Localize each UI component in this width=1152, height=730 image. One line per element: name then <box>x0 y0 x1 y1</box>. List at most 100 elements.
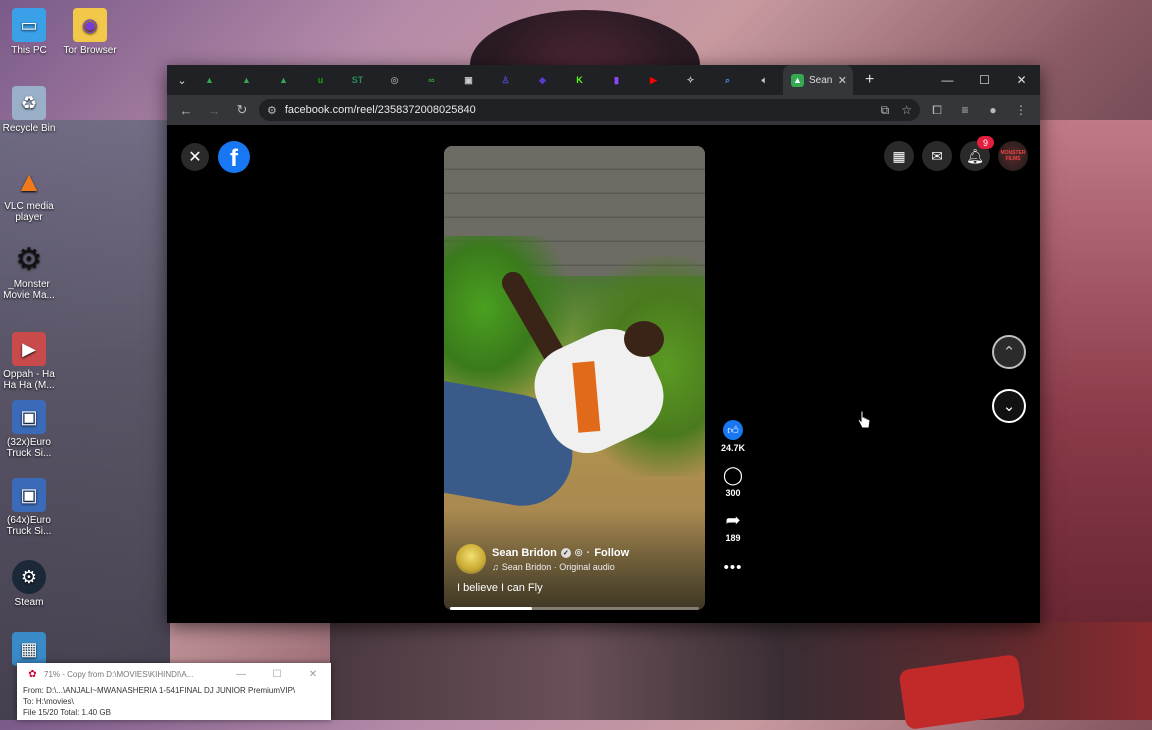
site-info-icon[interactable]: ⚙ <box>267 104 277 117</box>
top-right-nav: ▦ ✉ 🔔︎ 9 MONSTER FILMS <box>884 136 1028 171</box>
audio-label[interactable]: Sean Bridon · Original audio <box>502 562 615 572</box>
maximize-button[interactable]: ☐ <box>966 65 1003 95</box>
tab-1[interactable]: ▲ <box>228 65 265 95</box>
menu-grid-icon[interactable]: ▦ <box>884 141 914 171</box>
tab-14[interactable]: ⌕ <box>709 65 746 95</box>
puzzle-icon: ✧ <box>686 74 695 85</box>
tab-10[interactable]: K <box>561 65 598 95</box>
tab-11[interactable]: ▮ <box>598 65 635 95</box>
share-arrow-icon: ➦ <box>725 510 741 530</box>
tab-12[interactable]: ▶ <box>635 65 672 95</box>
tab-3[interactable]: u <box>302 65 339 95</box>
truck-game-icon: ▣ <box>12 400 46 434</box>
copy-maximize-button[interactable]: ☐ <box>259 669 295 680</box>
tab-2[interactable]: ▲ <box>265 65 302 95</box>
kick-icon: K <box>576 75 583 85</box>
file-copy-dialog: ✿ 71% - Copy from D:\MOVIES\KIHINDI\A...… <box>17 663 331 720</box>
desktop-icon-label: _Monster Movie Ma... <box>3 279 55 301</box>
desktop-icon-oppah[interactable]: ▶ Oppah - Ha Ha Ha (M... <box>0 332 61 391</box>
close-window-button[interactable]: ✕ <box>1003 65 1040 95</box>
tab-9[interactable]: ◆ <box>524 65 561 95</box>
video-progress-bar[interactable] <box>450 607 699 610</box>
desktop-icon-monster-movie[interactable]: ⚙ _Monster Movie Ma... <box>0 242 61 301</box>
like-action[interactable]: 👍︎ 24.7K <box>721 420 745 453</box>
facebook-logo-icon[interactable]: f <box>218 141 250 173</box>
back-button[interactable]: ← <box>175 99 197 121</box>
follow-button[interactable]: Follow <box>594 547 629 559</box>
speaker-icon: 🔈︎ <box>761 74 768 85</box>
tab-active-label: Sean <box>809 74 833 86</box>
desktop-icon-label: Tor Browser <box>63 45 117 56</box>
notification-badge: 9 <box>977 136 994 149</box>
copy-minimize-button[interactable]: — <box>223 669 259 680</box>
profile-avatar-icon[interactable]: ● <box>982 99 1004 121</box>
extensions-puzzle-icon[interactable]: ⧠ <box>926 99 948 121</box>
reload-button[interactable]: ↻ <box>231 99 253 121</box>
profile-avatar[interactable]: MONSTER FILMS <box>998 141 1028 171</box>
desktop-icon-this-pc[interactable]: ▭ This PC <box>0 8 61 56</box>
forward-button[interactable]: → <box>203 99 225 121</box>
desktop-icon-recycle-bin[interactable]: ♻ Recycle Bin <box>0 86 61 134</box>
shield-icon: ◆ <box>539 74 546 85</box>
tab-list: ▲ ▲ ▲ u ST ◎ ∞ ▣ ♙ ◆ K ▮ ▶ ✧ ⌕ 🔈︎ <box>191 65 783 95</box>
thumbs-up-icon: 👍︎ <box>723 420 743 440</box>
more-options-icon[interactable]: ••• <box>724 559 743 576</box>
browser-window: ⌄ ▲ ▲ ▲ u ST ◎ ∞ ▣ ♙ ◆ K ▮ ▶ ✧ ⌕ 🔈︎ ▲ Sean ✕ + — ☐ ✕ ← … <box>167 65 1040 623</box>
next-reel-button[interactable]: ⌄ <box>992 389 1026 423</box>
share-action[interactable]: ➦ 189 <box>725 510 740 543</box>
folder-icon: ◉ <box>73 8 107 42</box>
twitch-icon: ▮ <box>614 74 619 85</box>
tab-8[interactable]: ♙ <box>487 65 524 95</box>
tab-6[interactable]: ∞ <box>413 65 450 95</box>
install-app-icon[interactable]: ⧉ <box>881 103 890 118</box>
desktop-icon-label: This PC <box>11 45 47 56</box>
previous-reel-button[interactable]: ⌃ <box>992 335 1026 369</box>
desktop-icon-label: Recycle Bin <box>2 123 56 134</box>
share-count: 189 <box>725 533 741 543</box>
desktop-icon-label: Oppah - Ha Ha Ha (M... <box>3 369 55 391</box>
gear-icon: ⚙ <box>15 242 43 276</box>
address-bar[interactable]: ⚙ facebook.com/reel/2358372008025840 ⧉ ☆ <box>259 99 920 121</box>
desktop-icon-vlc[interactable]: ▲ VLC media player <box>0 164 61 223</box>
desktop-icon-tor-browser[interactable]: ◉ Tor Browser <box>58 8 122 56</box>
reel-video[interactable]: Sean Bridon ✓ ◎ · Follow ♫ Sean Bridon ·… <box>444 146 705 610</box>
notifications-bell-icon[interactable]: 🔔︎ 9 <box>960 136 994 171</box>
comment-action[interactable]: ◯ 300 <box>723 465 743 498</box>
tab-strip: ⌄ ▲ ▲ ▲ u ST ◎ ∞ ▣ ♙ ◆ K ▮ ▶ ✧ ⌕ 🔈︎ ▲ Sean ✕ + — ☐ ✕ <box>167 65 1040 95</box>
tab-4[interactable]: ST <box>339 65 376 95</box>
profile-avatar-text: MONSTER FILMS <box>1000 150 1026 162</box>
comment-count: 300 <box>725 488 741 498</box>
copy-to-line: To: H:\movies\ <box>23 697 74 706</box>
tab-search-dropdown-icon[interactable]: ⌄ <box>173 71 191 89</box>
video-file-icon: ▶ <box>12 332 46 366</box>
messenger-icon[interactable]: ✉ <box>922 141 952 171</box>
browser-menu-icon[interactable]: ⋮ <box>1010 99 1032 121</box>
reel-author-block: Sean Bridon ✓ ◎ · Follow ♫ Sean Bridon ·… <box>456 544 629 574</box>
tab-15[interactable]: 🔈︎ <box>746 65 783 95</box>
tab-0[interactable]: ▲ <box>191 65 228 95</box>
desktop-icon-euro-truck-64[interactable]: ▣ (64x)Euro Truck Si... <box>0 478 61 537</box>
author-name[interactable]: Sean Bridon <box>492 547 557 559</box>
link-icon: ∞ <box>428 75 435 85</box>
bookmark-star-icon[interactable]: ☆ <box>901 103 912 118</box>
desktop-icon-label: (32x)Euro Truck Si... <box>6 437 52 459</box>
tab-close-icon[interactable]: ✕ <box>838 74 847 87</box>
comment-bubble-icon: ◯ <box>722 465 744 485</box>
tab-5[interactable]: ◎ <box>376 65 413 95</box>
close-reel-button[interactable]: ✕ <box>181 143 209 171</box>
new-tab-button[interactable]: + <box>865 71 874 89</box>
steam-icon: ⚙ <box>12 560 46 594</box>
minimize-button[interactable]: — <box>929 65 966 95</box>
author-avatar[interactable] <box>456 544 486 574</box>
google-drive-icon: ▲ <box>205 75 214 85</box>
desktop-icon-label: (64x)Euro Truck Si... <box>6 515 52 537</box>
tab-active[interactable]: ▲ Sean ✕ <box>783 65 853 95</box>
desktop-icon-euro-truck-32[interactable]: ▣ (32x)Euro Truck Si... <box>0 400 61 459</box>
media-controls-icon[interactable]: ≡ <box>954 99 976 121</box>
tab-7[interactable]: ▣ <box>450 65 487 95</box>
google-drive-icon: ▲ <box>279 75 288 85</box>
tab-13[interactable]: ✧ <box>672 65 709 95</box>
desktop-icon-steam[interactable]: ⚙ Steam <box>0 560 61 608</box>
copy-close-button[interactable]: ✕ <box>295 669 331 680</box>
monitor-icon: ▭ <box>12 8 46 42</box>
